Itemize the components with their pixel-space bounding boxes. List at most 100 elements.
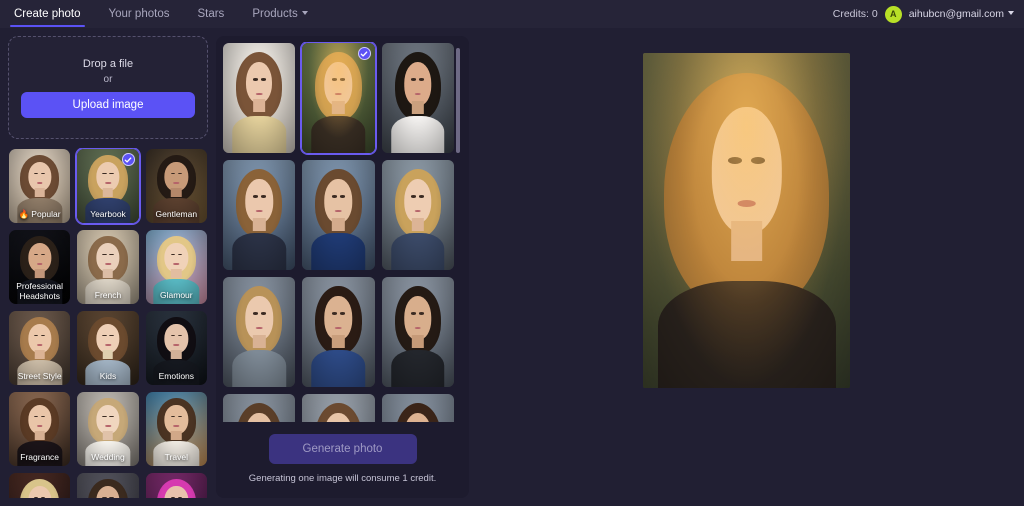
style-sample-thumbnail <box>302 277 375 387</box>
file-dropzone[interactable]: Drop a file or Upload image <box>8 36 208 139</box>
chevron-down-icon <box>301 10 308 15</box>
category-thumbnail <box>9 473 71 498</box>
style-samples-panel: Generate photo Generating one image will… <box>216 36 469 498</box>
selected-check-badge <box>121 153 135 166</box>
portrait-art <box>381 160 454 270</box>
user-area: Credits: 0 A aihubcn@gmail.com <box>832 5 1014 23</box>
app-body: Drop a file or Upload image 🔥 Popular Year… <box>0 28 1024 506</box>
style-sample-thumbnail <box>381 394 454 422</box>
style-samples-scroll[interactable] <box>222 42 463 422</box>
style-sample-thumbnail <box>302 160 375 270</box>
category-label-text: Yearbook <box>90 209 126 220</box>
category-label-text: Travel <box>164 452 188 463</box>
style-sample-card[interactable] <box>222 393 296 422</box>
category-label-text: Emotions <box>158 371 195 382</box>
category-label: Street Style <box>9 371 70 382</box>
portrait-art <box>643 53 850 388</box>
portrait-art <box>223 394 296 422</box>
category-card-french[interactable]: French <box>76 229 139 305</box>
category-label-text: Gentleman <box>155 209 198 220</box>
style-sample-thumbnail <box>381 43 454 153</box>
style-sample-card[interactable] <box>222 276 296 388</box>
style-sample-thumbnail <box>223 160 296 270</box>
avatar[interactable]: A <box>884 5 902 23</box>
style-sample-card[interactable] <box>222 159 296 271</box>
dropzone-title: Drop a file <box>82 57 134 70</box>
category-card-gentleman[interactable]: Gentleman <box>145 148 208 224</box>
category-label-text: Fragrance <box>20 452 60 463</box>
preview-pane <box>477 36 1016 498</box>
category-label-text: Kids <box>99 371 117 382</box>
category-card-professional-headshots[interactable]: Professional Headshots <box>8 229 71 305</box>
check-icon <box>124 156 132 163</box>
tab-stars[interactable]: Stars <box>183 0 238 28</box>
category-card[interactable] <box>145 472 208 498</box>
category-card-wedding[interactable]: Wedding <box>76 391 139 467</box>
tab-create-photo-label: Create photo <box>14 8 81 20</box>
category-label-text: Popular <box>31 209 61 220</box>
category-thumbnail <box>77 473 139 498</box>
category-label: Yearbook <box>77 209 138 220</box>
style-sample-card[interactable] <box>381 42 455 154</box>
category-label: Glamour <box>146 290 207 301</box>
samples-scrollbar-thumb[interactable] <box>456 48 460 153</box>
category-label: Professional Headshots <box>9 282 70 302</box>
preview-image[interactable] <box>643 53 850 388</box>
category-card-street-style[interactable]: Street Style <box>8 310 71 386</box>
style-sample-card[interactable] <box>381 159 455 271</box>
tab-stars-label: Stars <box>197 8 225 20</box>
style-sample-thumbnail <box>381 277 454 387</box>
style-sample-card[interactable] <box>301 159 375 271</box>
category-label: 🔥 Popular <box>9 209 70 220</box>
generate-photo-button[interactable]: Generate photo <box>268 434 417 464</box>
main-nav: Create photo Your photos Stars Products <box>0 0 322 28</box>
style-sample-card[interactable] <box>381 393 455 422</box>
category-thumbnail <box>145 473 207 498</box>
portrait-art <box>223 277 296 387</box>
samples-scrollbar[interactable] <box>456 48 460 422</box>
portrait-art <box>223 160 296 270</box>
generate-area: Generate photo Generating one image will… <box>222 422 463 498</box>
category-grid: 🔥 Popular Yearbook Gentleman Professional He… <box>8 148 208 498</box>
tab-your-photos-label: Your photos <box>108 8 170 20</box>
category-card[interactable] <box>76 472 139 498</box>
tab-your-photos[interactable]: Your photos <box>95 0 184 28</box>
category-label-text: Glamour <box>160 290 193 301</box>
category-card-popular[interactable]: 🔥 Popular <box>8 148 71 224</box>
upload-image-button[interactable]: Upload image <box>21 91 195 118</box>
category-label: Kids <box>77 371 138 382</box>
style-sample-card[interactable] <box>301 42 376 154</box>
account-menu[interactable]: aihubcn@gmail.com <box>909 8 1014 20</box>
category-label: Wedding <box>77 452 138 463</box>
category-label-text: Wedding <box>91 452 125 463</box>
category-label: Travel <box>146 452 207 463</box>
category-card-yearbook[interactable]: Yearbook <box>76 148 140 224</box>
style-sample-thumbnail <box>223 43 296 153</box>
style-samples-grid <box>222 42 455 422</box>
generate-hint: Generating one image will consume 1 cred… <box>248 473 437 484</box>
style-sample-thumbnail <box>302 394 375 422</box>
credits-label: Credits: 0 <box>832 8 878 20</box>
dropzone-or-text: or <box>103 73 113 85</box>
tab-products-label: Products <box>252 8 298 20</box>
category-card-fragrance[interactable]: Fragrance <box>8 391 71 467</box>
tab-products[interactable]: Products <box>238 0 321 28</box>
category-card[interactable] <box>8 472 71 498</box>
portrait-art <box>302 277 375 387</box>
category-label: French <box>77 290 138 301</box>
category-card-glamour[interactable]: Glamour <box>145 229 208 305</box>
category-card-emotions[interactable]: Emotions <box>145 310 208 386</box>
category-card-travel[interactable]: Travel <box>145 391 208 467</box>
style-sample-card[interactable] <box>301 276 375 388</box>
style-sample-card[interactable] <box>222 42 296 154</box>
category-label: Emotions <box>146 371 207 382</box>
chevron-down-icon <box>1008 11 1014 15</box>
style-sample-card[interactable] <box>301 393 375 422</box>
category-card-kids[interactable]: Kids <box>76 310 139 386</box>
selected-check-badge <box>357 47 371 60</box>
style-sample-card[interactable] <box>381 276 455 388</box>
portrait-art <box>381 277 454 387</box>
tab-create-photo[interactable]: Create photo <box>0 0 95 28</box>
style-sample-thumbnail <box>381 160 454 270</box>
portrait-art <box>381 43 454 153</box>
